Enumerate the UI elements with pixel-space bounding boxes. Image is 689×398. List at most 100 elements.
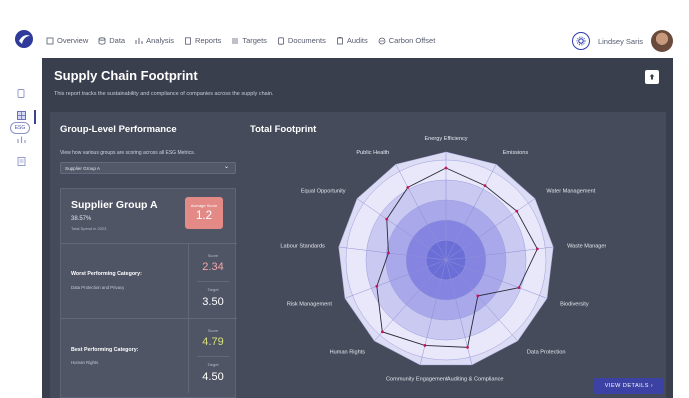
score-divider: [197, 356, 229, 357]
bar-chart-icon: [16, 136, 26, 143]
analysis-icon: [135, 37, 143, 44]
nav-label: Analysis: [146, 36, 175, 45]
radar-category-label: Biodiversity: [560, 301, 589, 307]
worst-score-value: 2.34: [202, 261, 224, 273]
radar-point: [444, 166, 448, 170]
radar-point: [387, 251, 390, 255]
sidebar-active-indicator: [34, 110, 36, 124]
overview-icon: [46, 37, 54, 44]
worst-score-label: Score: [207, 253, 219, 258]
radar-category-label: Energy Efficiency: [424, 136, 467, 142]
best-category-name: Human Rights: [71, 360, 99, 365]
page-subtitle: This report tracks the sustainability an…: [54, 91, 274, 97]
supplier-spend-label: Total Spend in 2023: [71, 226, 107, 231]
radar-category-label: Risk Management: [287, 301, 333, 307]
supplier-card: Supplier Group A 38.57% Total Spend in 2…: [60, 188, 237, 398]
worst-score-column: Score 2.34 Target 3.50: [188, 243, 237, 318]
share-icon: [649, 74, 655, 80]
supplier-name: Supplier Group A: [71, 199, 158, 211]
radar-point: [423, 344, 427, 347]
app-logo-icon[interactable]: [14, 29, 34, 49]
nav-audits[interactable]: Audits: [336, 36, 368, 45]
radar-point: [375, 284, 379, 288]
nav-carbon-offset[interactable]: Carbon Offset: [378, 36, 436, 45]
radar-point: [476, 294, 480, 298]
radar-chart: Energy Efficiency Emissions Water Manageme…: [280, 136, 606, 382]
total-footprint-title: Total Footprint: [250, 124, 317, 135]
radar-point: [517, 286, 521, 290]
radar-category-label: Equal Opportunity: [301, 189, 346, 195]
main-content: Supply Chain Footprint This report track…: [42, 58, 673, 398]
page-title: Supply Chain Footprint: [54, 68, 198, 83]
radar-category-label: Human Rights: [330, 349, 366, 355]
best-target-value: 4.50: [202, 371, 224, 383]
radar-category-label: Data Protection: [527, 349, 566, 355]
score-divider: [197, 281, 229, 282]
nav-documents[interactable]: Documents: [277, 36, 326, 45]
radar-point: [380, 330, 384, 334]
settings-button[interactable]: [571, 32, 590, 50]
documents-icon: [278, 36, 284, 45]
sidebar-item-reports[interactable]: [14, 154, 28, 168]
main-nav: Overview Data Analysis Reports Targets D…: [46, 36, 435, 45]
radar-category-label: Waste Management: [567, 243, 606, 249]
nav-label: Overview: [57, 36, 89, 45]
radar-point: [515, 209, 519, 213]
chevron-down-icon: ⌄: [223, 164, 229, 170]
worst-category-title: Worst Performing Category:: [71, 271, 142, 277]
gear-icon: [576, 36, 586, 46]
sidebar-item-data[interactable]: [14, 108, 28, 122]
content-panel: Group-Level Performance View how various…: [50, 112, 666, 398]
nav-reports[interactable]: Reports: [184, 36, 221, 45]
nav-data[interactable]: Data: [98, 36, 125, 45]
best-score-label: Score: [207, 328, 219, 333]
carbon-offset-icon: [378, 37, 386, 44]
worst-target-value: 3.50: [202, 296, 224, 308]
share-button[interactable]: [645, 70, 659, 84]
user-name[interactable]: Lindsey Saris: [598, 37, 643, 46]
supplier-group-select[interactable]: Supplier Group A ⌄: [60, 162, 236, 174]
best-category-title: Best Performing Category:: [71, 347, 139, 353]
radar-point: [483, 184, 487, 188]
radar-category-label: Community Engagement: [386, 376, 448, 382]
nav-label: Data: [109, 36, 126, 45]
nav-targets[interactable]: Targets: [231, 36, 267, 45]
avatar[interactable]: [651, 30, 673, 52]
radar-point: [406, 185, 410, 189]
sidebar-item-home[interactable]: [14, 86, 28, 100]
average-score-value: 1.2: [196, 210, 212, 222]
supplier-percent: 38.57%: [71, 216, 92, 222]
nav-label: Reports: [195, 36, 222, 45]
nav-label: Carbon Offset: [388, 36, 436, 45]
radar-category-label: Auditing & Compliance: [447, 376, 504, 382]
nav-label: Targets: [242, 36, 267, 45]
radar-point: [466, 345, 469, 349]
best-score-column: Score 4.79 Target 4.50: [188, 318, 237, 393]
average-score-label: Average Score: [190, 203, 218, 208]
radar-category-label: Emissions: [503, 150, 529, 156]
radar-point: [535, 247, 539, 251]
sidebar: ESG: [0, 56, 42, 398]
radar-category-label: Public Health: [356, 150, 389, 156]
audits-icon: [336, 36, 343, 44]
reports-icon: [185, 36, 191, 45]
nav-overview[interactable]: Overview: [46, 36, 88, 45]
view-details-button[interactable]: VIEW DETAILS ›: [594, 378, 664, 394]
average-score-badge: Average Score 1.2: [185, 197, 223, 229]
group-performance-title: Group-Level Performance: [60, 124, 177, 135]
group-description: View how various groups are scoring acro…: [60, 150, 195, 156]
worst-category-name: Data Protection and Privacy: [71, 285, 125, 290]
best-target-label: Target: [207, 362, 219, 367]
radar-category-label: Labour Standards: [280, 243, 325, 249]
data-icon: [98, 36, 106, 45]
nav-label: Documents: [287, 36, 326, 45]
nav-analysis[interactable]: Analysis: [135, 36, 174, 45]
user-area: Lindsey Saris: [571, 30, 673, 52]
radar-category-label: Water Management: [546, 189, 595, 195]
report-icon: [17, 156, 25, 166]
grid-icon: [16, 110, 26, 120]
top-bar: Overview Data Analysis Reports Targets D…: [0, 0, 689, 56]
nav-label: Audits: [346, 36, 368, 45]
targets-icon: [232, 38, 239, 43]
sidebar-item-analysis[interactable]: [14, 132, 28, 146]
